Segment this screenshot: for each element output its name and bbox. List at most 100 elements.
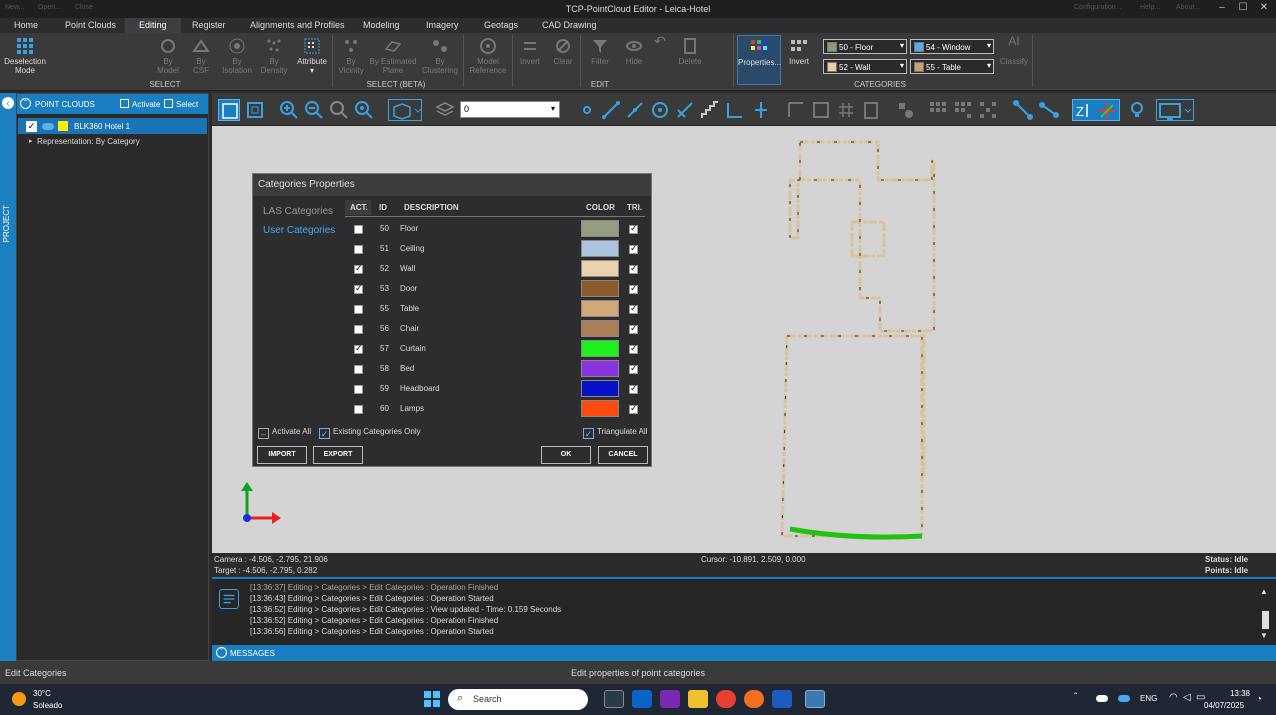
active-checkbox[interactable]	[354, 385, 363, 394]
section-grid-icon[interactable]	[835, 99, 857, 121]
grid-view-3-icon[interactable]	[977, 99, 999, 121]
onedrive-business-icon[interactable]	[1118, 695, 1130, 702]
zoom-window-icon[interactable]	[328, 99, 350, 121]
section-icon[interactable]	[785, 99, 807, 121]
language-indicator[interactable]: ENG	[1140, 694, 1157, 703]
chevron-down-icon[interactable]: ˇ	[216, 647, 227, 658]
cancel-button[interactable]: CANCEL	[598, 446, 648, 464]
angle-icon[interactable]	[724, 99, 746, 121]
active-checkbox[interactable]	[354, 325, 363, 334]
section-edit-icon[interactable]	[810, 99, 832, 121]
triangulate-checkbox[interactable]	[629, 303, 638, 314]
category-row[interactable]: 55 Table	[345, 299, 645, 319]
menu-geotags[interactable]: Geotags	[484, 20, 518, 30]
category-row[interactable]: 52 Wall	[345, 259, 645, 279]
select-rect-icon[interactable]	[218, 99, 240, 121]
connect-icon[interactable]	[1012, 99, 1034, 121]
pointcloud-app-icon[interactable]	[805, 690, 825, 708]
messages-list-icon[interactable]	[219, 589, 239, 609]
messages-bar[interactable]: ˇ MESSAGES	[212, 645, 1276, 661]
word-icon[interactable]	[772, 690, 792, 708]
measure-icon[interactable]	[674, 99, 696, 121]
active-checkbox[interactable]	[354, 305, 363, 314]
grid-view-2-icon[interactable]	[952, 99, 974, 121]
zoom-in-icon[interactable]	[278, 99, 300, 121]
category-color-swatch[interactable]	[581, 340, 619, 357]
view-cube-icon[interactable]	[388, 99, 422, 121]
las-categories-tab[interactable]: LAS Categories	[263, 206, 333, 217]
pan-icon[interactable]	[895, 99, 917, 121]
by-clustering-button[interactable]: By Clustering	[420, 37, 460, 75]
polyline-icon[interactable]	[624, 99, 646, 121]
notification-icon[interactable]: ◔	[1256, 694, 1262, 705]
circle-icon[interactable]	[649, 99, 671, 121]
category-row[interactable]: 51 Ceiling	[345, 239, 645, 259]
classify-button[interactable]: AI Classify	[999, 35, 1029, 66]
delete-button[interactable]: Delete	[674, 37, 706, 66]
active-checkbox[interactable]	[354, 343, 363, 354]
stairs-icon[interactable]	[699, 99, 721, 121]
firefox-icon[interactable]	[744, 690, 764, 708]
taskbar-search[interactable]: ⌕ Search	[448, 689, 588, 710]
active-checkbox[interactable]	[354, 365, 363, 374]
wifi-icon[interactable]: ◠	[1169, 692, 1178, 703]
chrome-icon[interactable]	[716, 690, 736, 708]
activate-checkbox[interactable]	[120, 99, 129, 108]
category-row[interactable]: 56 Chair	[345, 319, 645, 339]
category-color-swatch[interactable]	[581, 380, 619, 397]
header-id[interactable]: ID	[379, 203, 387, 212]
select-checkbox[interactable]	[164, 99, 173, 108]
menu-alignments-profiles[interactable]: Alignments and Profiles	[250, 20, 345, 30]
close-icon[interactable]: ✕	[1256, 2, 1272, 16]
header-color[interactable]: COLOR	[586, 203, 615, 212]
category-color-swatch[interactable]	[581, 320, 619, 337]
active-checkbox[interactable]	[354, 283, 363, 294]
clear-button[interactable]: Clear	[549, 37, 577, 66]
scrollbar-thumb[interactable]	[1262, 611, 1269, 629]
by-model-button[interactable]: By Model	[153, 37, 183, 75]
category-color-swatch[interactable]	[581, 220, 619, 237]
hide-button[interactable]: Hide	[620, 37, 648, 66]
zoom-out-icon[interactable]	[303, 99, 325, 121]
task-view-icon[interactable]	[604, 690, 624, 708]
triangulate-checkbox[interactable]	[629, 283, 638, 294]
expand-icon[interactable]: ▸	[29, 137, 33, 145]
menu-register[interactable]: Register	[192, 20, 226, 30]
category-color-swatch[interactable]	[581, 360, 619, 377]
header-act[interactable]: ACT.	[350, 203, 368, 212]
deselection-mode-button[interactable]: Deselection Mode	[2, 37, 48, 75]
fit-view-icon[interactable]	[244, 99, 266, 121]
category-select-window[interactable]: 54 - Window ▾	[910, 39, 994, 54]
project-strip[interactable]: ‹ PROJECT	[0, 93, 16, 661]
import-button[interactable]: IMPORT	[257, 446, 307, 464]
category-row[interactable]: 53 Door	[345, 279, 645, 299]
triangulate-checkbox[interactable]	[629, 363, 638, 374]
zoom-extents-icon[interactable]	[353, 99, 375, 121]
menu-editing[interactable]: Editing	[125, 18, 181, 33]
user-categories-tab[interactable]: User Categories	[263, 225, 335, 236]
active-checkbox[interactable]	[354, 225, 363, 234]
active-checkbox[interactable]	[354, 263, 363, 274]
light-icon[interactable]	[1126, 99, 1148, 121]
windows-start-icon[interactable]	[424, 691, 440, 707]
active-checkbox[interactable]	[354, 405, 363, 414]
onenote-icon[interactable]	[660, 690, 680, 708]
category-color-swatch[interactable]	[581, 300, 619, 317]
axis-icon[interactable]: Z	[1072, 99, 1120, 121]
connect-2-icon[interactable]	[1038, 99, 1060, 121]
existing-only-checkbox[interactable]: ✓ Existing Categories Only	[319, 427, 421, 439]
invert-categories-button[interactable]: Invert	[784, 37, 814, 66]
section-delete-icon[interactable]	[860, 99, 882, 121]
speaker-icon[interactable]: ◁	[1183, 692, 1191, 703]
menu-cad-drawing[interactable]: CAD Drawing	[542, 20, 597, 30]
triangulate-checkbox[interactable]	[629, 263, 638, 274]
category-select-table[interactable]: 55 - Table ▾	[910, 59, 994, 74]
sun-icon[interactable]	[12, 692, 26, 706]
minimize-icon[interactable]: –	[1214, 2, 1230, 16]
export-button[interactable]: EXPORT	[313, 446, 363, 464]
menu-point-clouds[interactable]: Point Clouds	[65, 20, 116, 30]
category-row[interactable]: 60 Lamps	[345, 399, 645, 419]
by-csf-button[interactable]: By CSF	[188, 37, 214, 75]
scroll-up-icon[interactable]: ▲	[1260, 587, 1268, 596]
category-row[interactable]: 57 Curtain	[345, 339, 645, 359]
